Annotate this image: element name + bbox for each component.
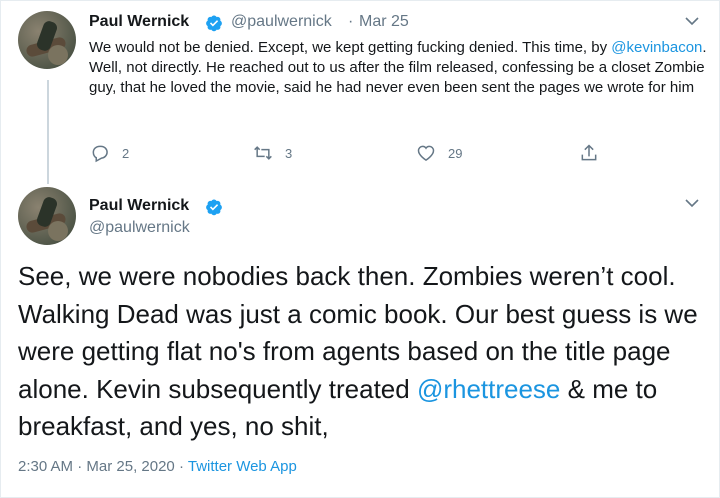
meta-separator: · bbox=[348, 13, 354, 30]
tweet-text: See, we were nobodies back then. Zombies… bbox=[18, 261, 698, 441]
mention-link[interactable]: @rhettreese bbox=[417, 374, 560, 404]
chevron-down-icon[interactable] bbox=[685, 16, 699, 26]
tweet-metadata: 2:30 AM · Mar 25, 2020 · Twitter Web App bbox=[18, 458, 297, 475]
tweet-date[interactable]: Mar 25, 2020 bbox=[86, 458, 174, 475]
avatar[interactable] bbox=[18, 187, 76, 245]
like-count: 29 bbox=[448, 145, 463, 161]
chevron-down-icon[interactable] bbox=[685, 198, 699, 208]
retweet-button[interactable]: 3 bbox=[253, 143, 292, 163]
verified-badge-icon bbox=[206, 199, 222, 216]
reply-count: 2 bbox=[122, 145, 130, 161]
mention-link[interactable]: @kevinbacon bbox=[611, 39, 702, 56]
retweet-icon bbox=[254, 146, 272, 160]
heart-icon bbox=[417, 145, 435, 161]
verified-badge-icon bbox=[206, 15, 222, 32]
tweet-text: We would not be denied. Except, we kept … bbox=[89, 39, 707, 96]
author-handle[interactable]: @paulwernick bbox=[89, 219, 190, 237]
meta-separator: · bbox=[178, 458, 184, 475]
share-icon bbox=[581, 144, 597, 161]
author-handle[interactable]: @paulwernick bbox=[231, 13, 332, 31]
author-name[interactable]: Paul Wernick bbox=[89, 197, 189, 215]
reply-button[interactable]: 2 bbox=[90, 143, 129, 163]
retweet-count: 3 bbox=[285, 145, 293, 161]
thread-connector-line bbox=[47, 80, 49, 184]
author-name[interactable]: Paul Wernick bbox=[89, 13, 189, 31]
like-button[interactable]: 29 bbox=[416, 143, 462, 163]
tweet-date[interactable]: Mar 25 bbox=[359, 13, 409, 31]
reply-icon bbox=[92, 145, 108, 163]
tweet-time[interactable]: 2:30 AM bbox=[18, 458, 73, 475]
share-button[interactable] bbox=[579, 143, 611, 163]
tweet-source-link[interactable]: Twitter Web App bbox=[188, 458, 297, 475]
meta-separator: · bbox=[77, 458, 83, 475]
avatar[interactable] bbox=[18, 11, 76, 69]
